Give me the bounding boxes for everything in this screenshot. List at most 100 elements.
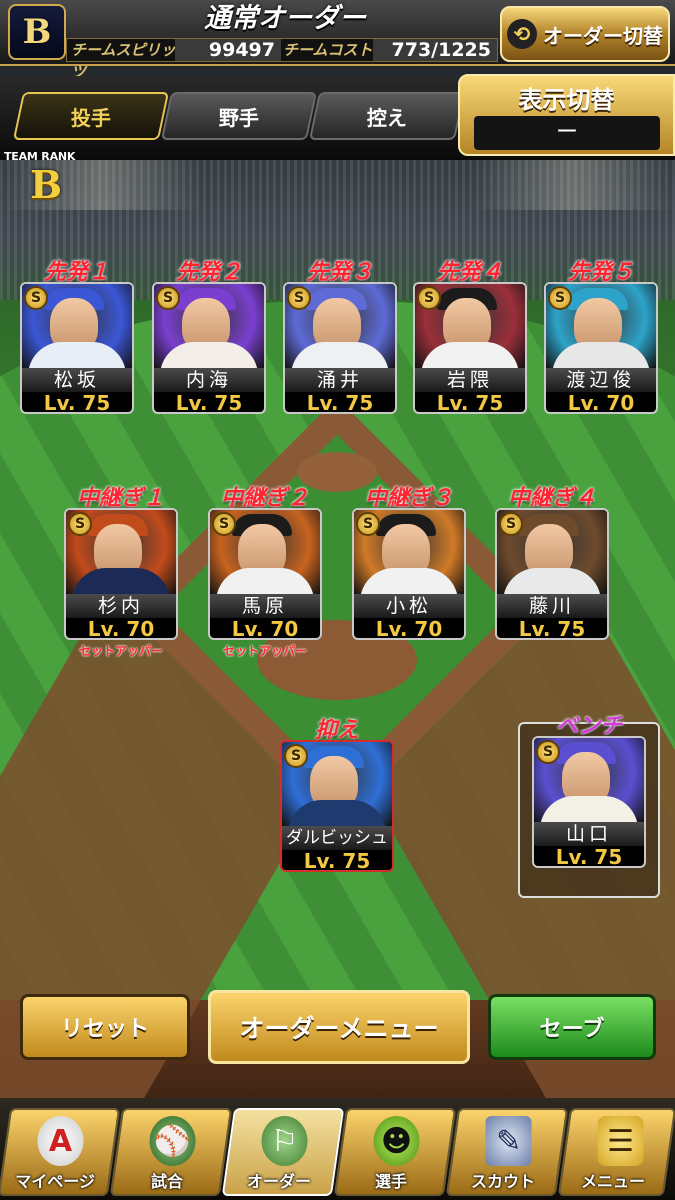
player-card[interactable]: S 馬原 Lv. 70 (208, 508, 322, 640)
reset-button[interactable]: リセット (20, 994, 190, 1060)
rarity-s-icon: S (417, 286, 441, 310)
display-toggle-label: 表示切替 (518, 86, 615, 114)
player-level: Lv. 75 (436, 391, 504, 414)
tab-pitchers[interactable]: 投手 (12, 92, 170, 140)
player-level: Lv. 70 (375, 617, 443, 640)
player-name: 涌井 (285, 368, 395, 392)
nav-label: 試合 (151, 1172, 184, 1191)
field-players-icon: ⚐ (261, 1116, 308, 1166)
nav-item-scout[interactable]: ✎ スカウト (445, 1108, 569, 1196)
nav-item-menu[interactable]: ☰ メニュー (557, 1108, 675, 1196)
player-level: Lv. 70 (231, 617, 299, 640)
nav-item-order[interactable]: ⚐ オーダー (221, 1108, 345, 1196)
slot-starter-4[interactable]: 先発４ S 岩隈 Lv. 75 (411, 254, 529, 414)
player-level: Lv. 70 (567, 391, 635, 414)
nav-item-game[interactable]: ⚾ 試合 (109, 1108, 233, 1196)
player-card[interactable]: S 渡辺俊 Lv. 70 (544, 282, 658, 414)
team-rank-label: TEAM RANK (4, 150, 76, 163)
slot-closer[interactable]: 抑え S ダルビッシュ Lv. 75 (278, 712, 396, 872)
slot-starter-3[interactable]: 先発３ S 涌井 Lv. 75 (281, 254, 399, 414)
letter-a-icon: A (37, 1116, 84, 1166)
slot-reliever-4[interactable]: 中継ぎ４ S 藤川 Lv. 75 (493, 480, 611, 640)
player-card[interactable]: S ダルビッシュ Lv. 75 (280, 740, 394, 872)
player-card[interactable]: S 内海 Lv. 75 (152, 282, 266, 414)
player-name: ダルビッシュ (282, 826, 392, 850)
team-cost-label: チームコスト (283, 41, 373, 59)
switch-order-button[interactable]: ⟲ オーダー切替 (500, 6, 670, 62)
rarity-s-icon: S (68, 512, 92, 536)
slot-starter-5[interactable]: 先発５ S 渡辺俊 Lv. 70 (542, 254, 660, 414)
save-button[interactable]: セーブ (488, 994, 656, 1060)
player-icon: ☻ (373, 1116, 420, 1166)
display-toggle-value: ー (474, 116, 660, 150)
player-name: 松坂 (22, 368, 132, 392)
slot-reliever-3[interactable]: 中継ぎ３ S 小松 Lv. 70 (350, 480, 468, 640)
player-level: Lv. 75 (175, 391, 243, 414)
player-level: Lv. 75 (303, 849, 371, 872)
player-card[interactable]: S 岩隈 Lv. 75 (413, 282, 527, 414)
nav-label: メニュー (581, 1172, 646, 1191)
player-name: 杉内 (66, 594, 176, 618)
player-name: 内海 (154, 368, 264, 392)
team-rank: TEAM RANK B (4, 150, 124, 207)
bottom-navigation: A マイページ ⚾ 試合 ⚐ オーダー ☻ 選手 ✎ スカウト ☰ メニュー (0, 1098, 675, 1200)
nav-label: オーダー (247, 1172, 312, 1191)
slot-bench[interactable]: ベンチ S 山口 Lv. 75 (530, 708, 648, 868)
player-name: 岩隈 (415, 368, 525, 392)
player-card[interactable]: S 藤川 Lv. 75 (495, 508, 609, 640)
menu-character-icon: ☰ (597, 1116, 644, 1166)
rarity-s-icon: S (499, 512, 523, 536)
team-cost-value: 773/1225 (373, 39, 497, 61)
player-card[interactable]: S 小松 Lv. 70 (352, 508, 466, 640)
team-logo: B (8, 4, 66, 60)
player-card[interactable]: S 涌井 Lv. 75 (283, 282, 397, 414)
player-name: 山口 (534, 822, 644, 846)
nav-label: 選手 (375, 1172, 408, 1191)
nav-item-players[interactable]: ☻ 選手 (333, 1108, 457, 1196)
team-spirit-label: チームスピリッツ (71, 41, 176, 81)
rarity-s-icon: S (156, 286, 180, 310)
player-level: Lv. 75 (306, 391, 374, 414)
rotate-arrows-icon: ⟲ (507, 19, 537, 49)
slot-starter-1[interactable]: 先発１ S 松坂 Lv. 75 (18, 254, 136, 414)
team-stats: チームスピリッツ 99497 チームコスト 773/1225 (66, 38, 498, 81)
order-menu-button[interactable]: オーダーメニュー (208, 990, 470, 1064)
display-toggle-button[interactable]: 表示切替 ー (458, 74, 675, 156)
player-level: Lv. 75 (555, 845, 623, 868)
tab-fielders[interactable]: 野手 (160, 92, 318, 140)
nav-item-mypage[interactable]: A マイページ (0, 1108, 121, 1196)
order-screen: B 通常オーダー チームスピリッツ 99497 チームコスト 773/1225 … (0, 0, 675, 1200)
page-title: 通常オーダー (204, 3, 366, 34)
player-level: Lv. 75 (518, 617, 586, 640)
nav-label: マイページ (15, 1172, 95, 1191)
tab-label: 控え (367, 105, 407, 130)
rarity-s-icon: S (24, 286, 48, 310)
player-card[interactable]: S 松坂 Lv. 75 (20, 282, 134, 414)
nav-label: スカウト (471, 1172, 536, 1191)
player-level: Lv. 75 (43, 391, 111, 414)
slot-reliever-1[interactable]: 中継ぎ１ S 杉内 Lv. 70 セットアッパー (62, 480, 180, 658)
switch-order-label: オーダー切替 (543, 23, 663, 48)
player-name: 渡辺俊 (546, 368, 656, 392)
tab-bench[interactable]: 控え (308, 92, 466, 140)
rarity-s-icon: S (287, 286, 311, 310)
slot-starter-2[interactable]: 先発２ S 内海 Lv. 75 (150, 254, 268, 414)
rarity-s-icon: S (356, 512, 380, 536)
slot-reliever-2[interactable]: 中継ぎ２ S 馬原 Lv. 70 セットアッパー (206, 480, 324, 658)
team-logo-letter: B (22, 12, 52, 52)
tab-label: 投手 (71, 105, 111, 130)
team-rank-letter: B (30, 162, 63, 207)
rarity-s-icon: S (284, 744, 308, 768)
player-level: Lv. 70 (87, 617, 155, 640)
tab-label: 野手 (219, 105, 259, 130)
team-spirit-value: 99497 (175, 39, 281, 61)
player-name: 馬原 (210, 594, 320, 618)
top-header: B 通常オーダー チームスピリッツ 99497 チームコスト 773/1225 … (0, 0, 675, 81)
scout-card-icon: ✎ (485, 1116, 532, 1166)
player-card[interactable]: S 杉内 Lv. 70 (64, 508, 178, 640)
rarity-s-icon: S (536, 740, 560, 764)
player-card[interactable]: S 山口 Lv. 75 (532, 736, 646, 868)
stadium-icon: ⚾ (149, 1116, 196, 1166)
rarity-s-icon: S (548, 286, 572, 310)
player-name: 小松 (354, 594, 464, 618)
